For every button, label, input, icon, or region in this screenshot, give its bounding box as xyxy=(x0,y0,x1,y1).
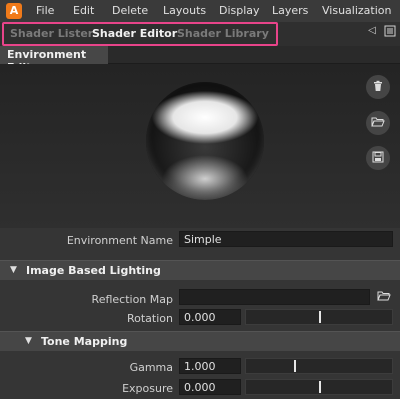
tab-bar-controls: ◁ xyxy=(366,25,396,37)
exposure-slider[interactable] xyxy=(245,379,393,395)
gamma-slider-thumb[interactable] xyxy=(294,360,296,372)
gamma-label: Gamma xyxy=(129,361,173,374)
collapse-left-icon[interactable]: ◁ xyxy=(366,25,378,37)
menu-edit[interactable]: Edit xyxy=(73,4,94,17)
menu-delete[interactable]: Delete xyxy=(112,4,148,17)
rotation-slider-thumb[interactable] xyxy=(319,311,321,323)
rotation-label: Rotation xyxy=(126,312,173,325)
delete-button[interactable] xyxy=(366,75,390,99)
app-logo-icon[interactable]: A xyxy=(6,3,22,19)
reflection-map-label: Reflection Map xyxy=(91,293,173,306)
tab-highlight-box xyxy=(2,22,278,46)
trash-icon xyxy=(372,80,384,95)
gamma-field[interactable]: 1.000 xyxy=(179,358,241,374)
environment-name-field[interactable]: Simple xyxy=(179,231,393,247)
exposure-field[interactable]: 0.000 xyxy=(179,379,241,395)
open-button[interactable] xyxy=(366,111,390,135)
menu-layers[interactable]: Layers xyxy=(272,4,308,17)
preview-sphere xyxy=(146,82,264,200)
environment-name-label: Environment Name xyxy=(66,234,173,247)
save-button[interactable] xyxy=(366,146,390,170)
rotation-field[interactable]: 0.000 xyxy=(179,309,241,325)
exposure-slider-thumb[interactable] xyxy=(319,381,321,393)
expand-arrow-icon: ▼ xyxy=(10,265,17,275)
tone-mapping-section-title: Tone Mapping xyxy=(41,335,128,348)
ibl-section-header[interactable]: ▼ Image Based Lighting xyxy=(0,260,400,280)
menu-icon[interactable] xyxy=(384,25,396,37)
folder-open-icon xyxy=(377,290,391,305)
gamma-slider[interactable] xyxy=(245,358,393,374)
rotation-slider[interactable] xyxy=(245,309,393,325)
menu-layouts[interactable]: Layouts xyxy=(163,4,206,17)
expand-arrow-icon: ▼ xyxy=(25,336,32,346)
browse-reflection-map-button[interactable] xyxy=(374,289,394,305)
save-icon xyxy=(372,151,384,166)
menu-visualization[interactable]: Visualization xyxy=(322,4,391,17)
reflection-map-field[interactable] xyxy=(179,289,370,305)
exposure-label: Exposure xyxy=(122,382,173,395)
folder-open-icon xyxy=(371,116,385,131)
menu-file[interactable]: File xyxy=(36,4,54,17)
tab-environment-editor[interactable]: Environment Editor xyxy=(0,46,108,74)
menu-bar: A File Edit Delete Layouts Display Layer… xyxy=(0,0,400,22)
tone-mapping-section-header[interactable]: ▼ Tone Mapping xyxy=(0,331,400,351)
menu-display[interactable]: Display xyxy=(219,4,260,17)
ibl-section-title: Image Based Lighting xyxy=(26,264,161,277)
